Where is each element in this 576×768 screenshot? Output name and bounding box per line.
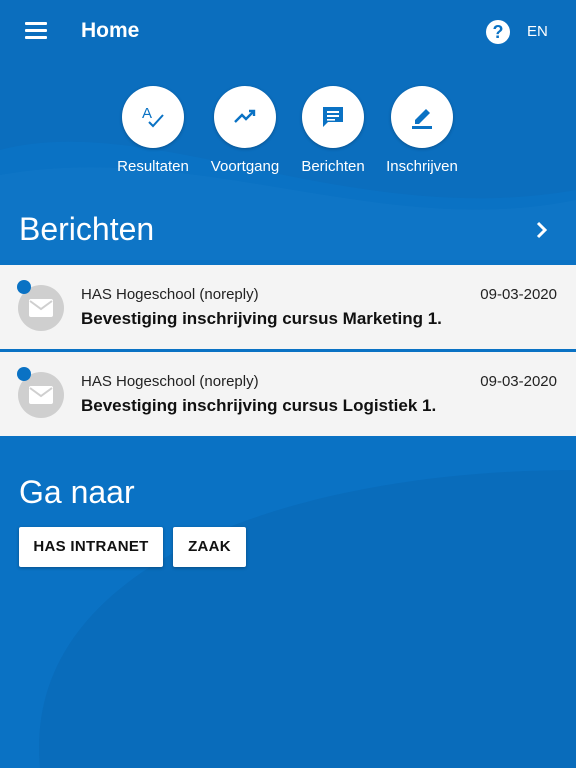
message-item[interactable]: HAS Hogeschool (noreply) 09-03-2020 Beve… [0, 265, 576, 349]
language-switch[interactable]: EN [527, 23, 548, 40]
mail-icon [29, 386, 53, 404]
section-title-berichten: Berichten [19, 211, 155, 247]
quick-action-resultaten[interactable]: A Resultaten [103, 86, 203, 175]
zaak-button[interactable]: ZAAK [173, 527, 246, 567]
message-icon [323, 107, 343, 127]
svg-text:A: A [142, 105, 152, 122]
message-date: 09-03-2020 [480, 286, 557, 303]
message-sender: HAS Hogeschool (noreply) [81, 286, 259, 303]
edit-icon [412, 109, 432, 129]
has-intranet-button[interactable]: HAS INTRANET [19, 527, 163, 567]
section-title-ga-naar: Ga naar [19, 474, 135, 510]
message-sender: HAS Hogeschool (noreply) [81, 373, 259, 390]
unread-indicator [17, 367, 31, 381]
quick-action-label: Voortgang [210, 158, 280, 175]
app-bar: Home ? EN [0, 0, 576, 64]
quick-action-berichten[interactable]: Berichten [283, 86, 383, 175]
quick-action-label: Inschrijven [386, 158, 458, 175]
quick-action-label: Berichten [301, 158, 365, 175]
message-date: 09-03-2020 [480, 373, 557, 390]
page-title: Home [81, 19, 140, 42]
quick-action-label: Resultaten [117, 158, 189, 175]
quick-action-inschrijven[interactable]: Inschrijven [372, 86, 472, 175]
mail-icon [29, 299, 53, 317]
message-item[interactable]: HAS Hogeschool (noreply) 09-03-2020 Beve… [0, 352, 576, 436]
message-subject: Bevestiging inschrijving cursus Logistie… [81, 396, 437, 415]
chevron-right-icon[interactable] [532, 219, 552, 241]
hamburger-menu-icon[interactable] [25, 22, 47, 40]
spellcheck-icon: A [142, 105, 164, 128]
message-subject: Bevestiging inschrijving cursus Marketin… [81, 309, 442, 328]
unread-indicator [17, 280, 31, 294]
trending-up-icon [234, 109, 256, 123]
help-circle-icon[interactable]: ? [486, 20, 510, 44]
quick-action-voortgang[interactable]: Voortgang [195, 86, 295, 175]
